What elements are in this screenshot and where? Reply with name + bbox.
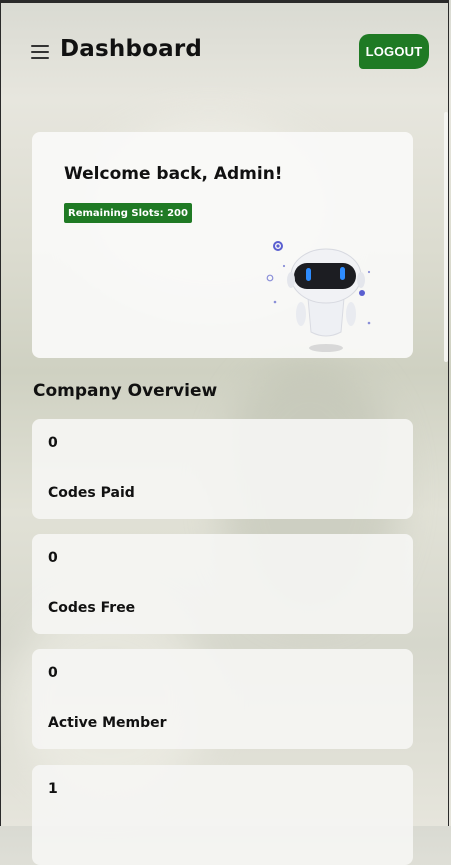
hamburger-menu-icon[interactable] [31, 45, 49, 59]
app-header: Dashboard LOGOUT [0, 0, 449, 100]
stat-card-codes-paid: 0 Codes Paid [32, 419, 413, 519]
page-title: Dashboard [60, 36, 203, 62]
remaining-slots-badge: Remaining Slots: 200 [64, 203, 192, 223]
welcome-card: Welcome back, Admin! Remaining Slots: 20… [32, 132, 413, 358]
stat-card-active-member: 0 Active Member [32, 649, 413, 749]
scrollbar[interactable] [444, 112, 448, 362]
welcome-heading: Welcome back, Admin! [64, 164, 283, 184]
stat-value: 0 [48, 435, 58, 451]
robot-illustration [266, 241, 371, 352]
stat-card-codes-free: 0 Codes Free [32, 534, 413, 634]
company-overview-heading: Company Overview [33, 381, 218, 401]
stat-value: 0 [48, 665, 58, 681]
stat-label: Codes Paid [48, 485, 135, 501]
stat-label: Active Member [48, 715, 167, 731]
stat-card-partial: 1 [32, 765, 413, 865]
stat-label: Codes Free [48, 600, 136, 616]
stat-value: 1 [48, 781, 58, 797]
logout-button[interactable]: LOGOUT [359, 34, 429, 69]
stat-value: 0 [48, 550, 58, 566]
